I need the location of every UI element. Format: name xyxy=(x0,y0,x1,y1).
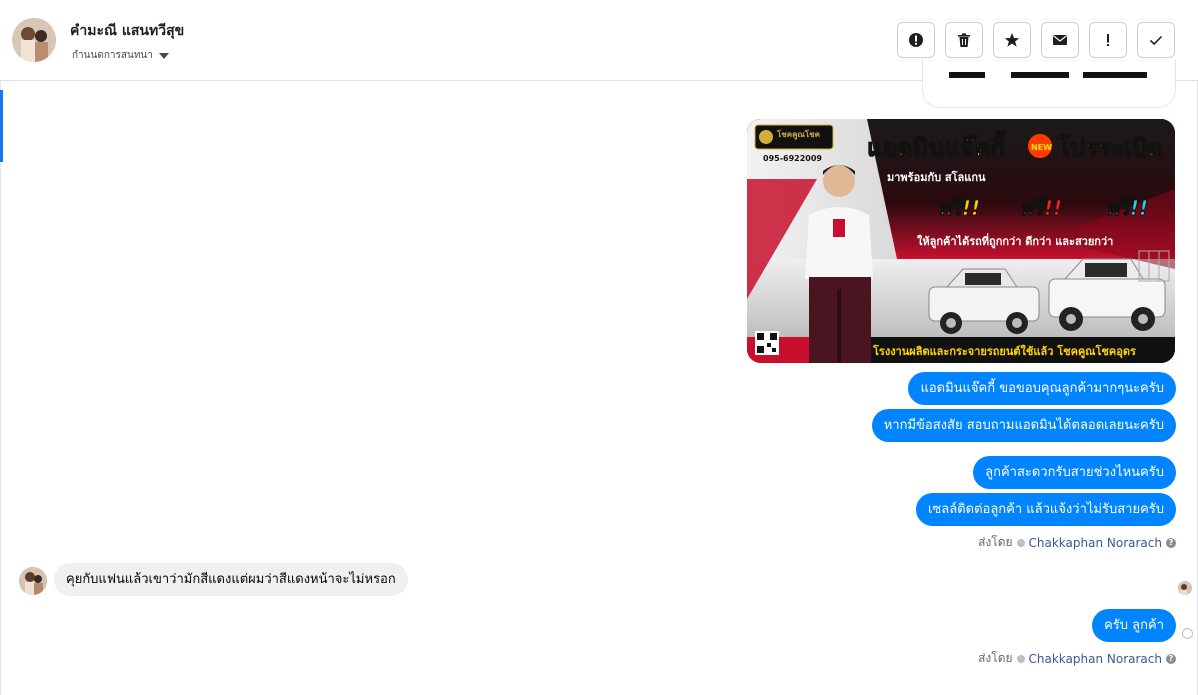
conversation-actions xyxy=(897,22,1175,58)
assign-conversation-label: กำนนดการสนทนา xyxy=(72,50,153,61)
delete-button[interactable] xyxy=(945,22,983,58)
sent-by-line: ส่งโดย Chakkaphan Norarach ? xyxy=(978,649,1176,668)
ad-free-3: ฟรี!! xyxy=(1105,196,1148,220)
help-icon[interactable]: ? xyxy=(1166,653,1176,664)
promo-image-attachment[interactable]: โชคคูณโชค 095-6922009 แอดมินแจ๊คกี้ NEW … xyxy=(747,119,1175,363)
mark-done-button[interactable] xyxy=(1137,22,1175,58)
exclamation-icon xyxy=(1107,34,1109,46)
sent-status-icon xyxy=(1182,628,1193,639)
selection-indicator xyxy=(0,90,3,162)
contact-name[interactable]: คำมะณี แสนทวีสุข xyxy=(70,20,184,42)
contact-avatar[interactable] xyxy=(12,18,56,62)
outgoing-message[interactable]: ลูกค้าสะดวกรับสายช่วงไหนครับ xyxy=(973,456,1176,489)
sent-by-agent[interactable]: Chakkaphan Norarach xyxy=(1029,652,1162,666)
help-icon[interactable]: ? xyxy=(1166,537,1176,548)
sent-by-label: ส่งโดย xyxy=(978,651,1013,665)
checkmark-icon xyxy=(1149,35,1163,46)
seen-by-avatar xyxy=(1178,581,1192,595)
ad-new-badge: NEW xyxy=(1031,143,1052,152)
ad-phone: 095-6922009 xyxy=(763,154,822,163)
verified-check-icon xyxy=(1016,654,1025,663)
outgoing-message[interactable]: หากมีข้อสงสัย สอบถามแอดมินได้ตลอดเลยนะคร… xyxy=(871,409,1176,442)
promo-image: โชคคูณโชค 095-6922009 แอดมินแจ๊คกี้ NEW … xyxy=(747,119,1175,363)
follow-up-button[interactable] xyxy=(1089,22,1127,58)
sent-by-line: ส่งโดย Chakkaphan Norarach ? xyxy=(978,533,1176,552)
ad-headline: แอดมินแจ๊คกี้ xyxy=(867,129,1007,162)
envelope-icon xyxy=(1053,35,1067,45)
mark-unread-button[interactable] xyxy=(1041,22,1079,58)
ad-tagline: ให้ลูกค้าได้รถที่ถูกกว่า ดีกว่า และสวยกว… xyxy=(917,233,1113,249)
caret-down-icon xyxy=(158,52,169,59)
outgoing-message[interactable]: ครับ ลูกค้า xyxy=(1092,609,1176,642)
ad-footer: โรงงานผลิตและกระจายรถยนต์ใช้แล้ว โชคคูณโ… xyxy=(872,344,1136,359)
incoming-message[interactable]: คุยกับแฟนแล้วเขาว่ามักสีแดงแต่ผมว่าสีแดง… xyxy=(54,563,408,596)
trash-icon xyxy=(958,33,970,47)
ad-headline-right: โปรระเบิด xyxy=(1056,133,1163,162)
assign-conversation-dropdown[interactable]: กำนนดการสนทนา xyxy=(72,48,169,63)
alert-circle-icon xyxy=(909,33,923,47)
mark-spam-button[interactable] xyxy=(897,22,935,58)
brand-logo-text: โชคคูณโชค xyxy=(776,129,820,140)
ad-subline: มาพร้อมกับ สโลแกน xyxy=(887,170,986,184)
outgoing-message[interactable]: แอดมินแจ๊คกี้ ขอขอบคุณลูกค้ามากๆนะครับ xyxy=(908,372,1176,405)
ad-free-1: ฟรี!! xyxy=(937,196,980,220)
outgoing-message[interactable]: เซลล์ติดต่อลูกค้า แล้วแจ้งว่าไม่รับสายคร… xyxy=(915,493,1176,526)
star-button[interactable] xyxy=(993,22,1031,58)
ad-free-2: ฟรี!! xyxy=(1019,196,1062,220)
sent-by-label: ส่งโดย xyxy=(978,535,1013,549)
star-icon xyxy=(1004,33,1020,47)
sender-avatar[interactable] xyxy=(19,567,47,595)
verified-check-icon xyxy=(1016,538,1025,547)
previous-attachment-card[interactable] xyxy=(922,60,1176,108)
sent-by-agent[interactable]: Chakkaphan Norarach xyxy=(1029,536,1162,550)
